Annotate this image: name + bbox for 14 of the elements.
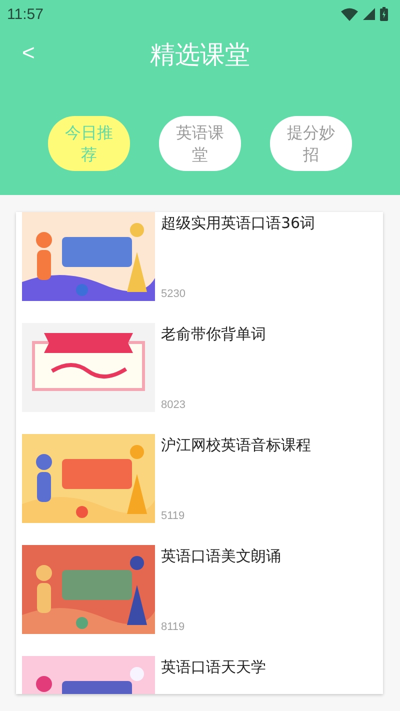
- course-title[interactable]: 沪江网校英语音标课程: [161, 436, 311, 455]
- course-title[interactable]: 英语口语美文朗诵: [161, 547, 281, 566]
- view-count: 8023: [161, 399, 186, 411]
- view-count: 5119: [161, 510, 186, 522]
- battery-icon: [380, 7, 388, 21]
- signal-icon: [363, 8, 375, 20]
- page-title: 精选课堂: [150, 38, 250, 70]
- wifi-icon: [341, 8, 358, 20]
- course-title[interactable]: 英语口语天天学: [161, 658, 266, 677]
- course-title[interactable]: 超级实用英语口语36词: [161, 214, 316, 233]
- view-count: 8119: [161, 621, 186, 633]
- status-time: 11:57: [7, 6, 44, 22]
- course-title[interactable]: 老俞带你背单词: [161, 325, 266, 344]
- view-count: 5230: [161, 288, 186, 300]
